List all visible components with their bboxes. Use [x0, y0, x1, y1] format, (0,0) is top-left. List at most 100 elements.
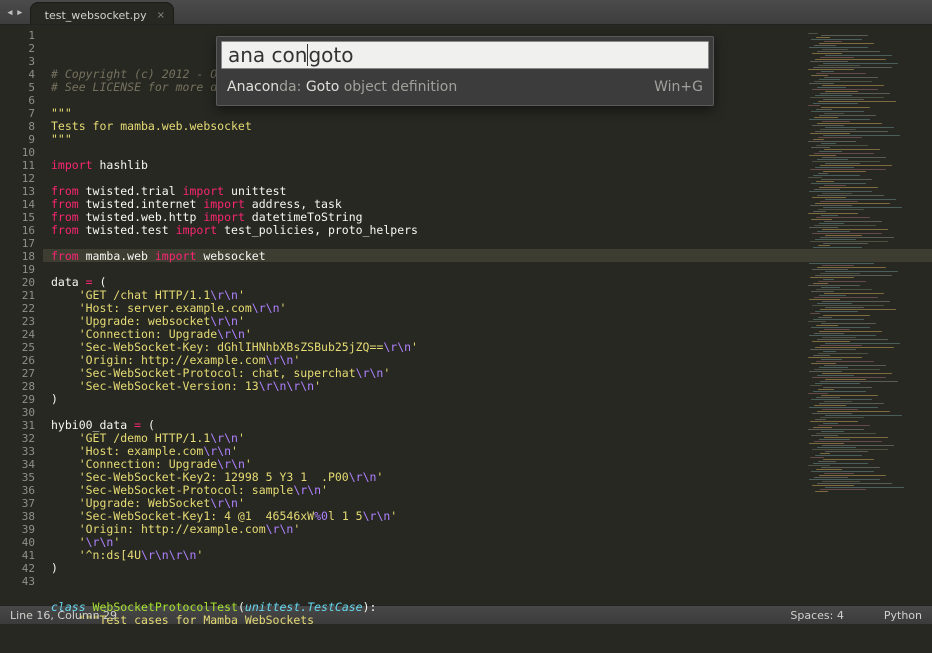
minimap-line	[812, 53, 842, 54]
line-number: 11	[0, 159, 35, 172]
minimap-line	[813, 175, 860, 176]
minimap-line	[813, 247, 862, 248]
line-number: 27	[0, 367, 35, 380]
minimap-line	[824, 185, 846, 186]
minimap-line	[825, 163, 860, 164]
minimap-line	[812, 89, 878, 90]
minimap-line	[809, 443, 844, 444]
minimap-line	[813, 319, 864, 320]
minimap-line	[822, 337, 856, 338]
close-icon[interactable]: ×	[157, 10, 165, 21]
minimap-line	[817, 195, 884, 196]
line-number: 39	[0, 523, 35, 536]
minimap-line	[813, 463, 868, 464]
minimap-line	[811, 39, 862, 40]
line-number: 5	[0, 81, 35, 94]
minimap-line	[818, 281, 866, 282]
minimap-line	[817, 447, 856, 448]
minimap-line	[820, 237, 894, 238]
minimap-line	[823, 243, 868, 244]
code-line: from mamba.web import websocket	[51, 250, 802, 263]
minimap-line	[825, 271, 898, 272]
minimap-line	[817, 51, 880, 52]
minimap-line	[809, 83, 834, 84]
minimap[interactable]	[802, 25, 932, 605]
minimap-line	[817, 339, 888, 340]
minimap-line	[822, 229, 888, 230]
minimap-line	[811, 471, 874, 472]
code-line: )	[51, 562, 802, 575]
minimap-line	[811, 147, 830, 148]
editor-area: 1234567891011121314151617181920212223242…	[0, 25, 932, 605]
status-syntax[interactable]: Python	[884, 609, 922, 622]
minimap-line	[809, 119, 870, 120]
minimap-line	[822, 373, 892, 374]
line-number: 15	[0, 211, 35, 224]
minimap-line	[815, 347, 894, 348]
minimap-line	[812, 449, 888, 450]
minimap-line	[816, 289, 872, 290]
code-line: Tests for mamba.web.websocket	[51, 120, 802, 133]
minimap-line	[824, 329, 850, 330]
code-line: """	[51, 133, 802, 146]
minimap-line	[814, 81, 872, 82]
minimap-line	[811, 399, 872, 400]
minimap-line	[818, 317, 832, 318]
minimap-line	[824, 41, 842, 42]
line-number: 4	[0, 68, 35, 81]
minimap-line	[808, 429, 864, 430]
minimap-line	[815, 131, 888, 132]
line-number: 31	[0, 419, 35, 432]
minimap-line	[821, 359, 842, 360]
command-palette-input[interactable]: ana congoto	[221, 41, 709, 69]
minimap-line	[819, 367, 848, 368]
line-number: 37	[0, 497, 35, 510]
minimap-line	[824, 473, 854, 474]
minimap-line	[820, 453, 830, 454]
code-editor[interactable]: # Copyright (c) 2012 - Osca# See LICENSE…	[43, 25, 802, 605]
minimap-line	[825, 343, 900, 344]
minimap-line	[809, 335, 876, 336]
line-number: 33	[0, 445, 35, 458]
minimap-line	[823, 423, 838, 424]
minimap-line	[811, 75, 828, 76]
minimap-line	[814, 117, 838, 118]
minimap-line	[824, 149, 880, 150]
minimap-line	[811, 183, 866, 184]
minimap-line	[821, 215, 838, 216]
minimap-line	[820, 129, 856, 130]
palette-tail: object definition	[339, 79, 457, 95]
line-number: 41	[0, 549, 35, 562]
minimap-line	[817, 411, 890, 412]
nav-arrows: ◂ ▸	[0, 5, 30, 20]
minimap-line	[810, 457, 824, 458]
minimap-line	[814, 189, 840, 190]
minimap-line	[819, 295, 846, 296]
palette-result-label: Anaconda: Goto object definition	[227, 79, 457, 95]
minimap-line	[814, 225, 876, 226]
minimap-line	[821, 35, 868, 36]
nav-back-icon[interactable]: ◂	[6, 5, 14, 20]
minimap-line	[825, 199, 896, 200]
minimap-line	[809, 263, 874, 264]
minimap-line	[820, 489, 866, 490]
minimap-line	[813, 427, 832, 428]
nav-forward-icon[interactable]: ▸	[16, 5, 24, 20]
minimap-line	[822, 85, 884, 86]
minimap-line	[820, 381, 898, 382]
minimap-line	[824, 113, 844, 114]
tab-file[interactable]: test_websocket.py ×	[30, 2, 174, 24]
code-line	[51, 263, 802, 276]
code-line: from twisted.test import test_policies, …	[51, 224, 802, 237]
code-line: import hashlib	[51, 159, 802, 172]
minimap-line	[823, 135, 900, 136]
command-palette-result[interactable]: Anaconda: Goto object definition Win+G	[217, 73, 713, 105]
minimap-line	[825, 235, 862, 236]
line-number: 35	[0, 471, 35, 484]
line-number: 20	[0, 276, 35, 289]
minimap-line	[815, 167, 854, 168]
tab-filename: test_websocket.py	[45, 9, 147, 22]
line-number: 19	[0, 263, 35, 276]
minimap-line	[813, 139, 824, 140]
minimap-line	[819, 79, 840, 80]
